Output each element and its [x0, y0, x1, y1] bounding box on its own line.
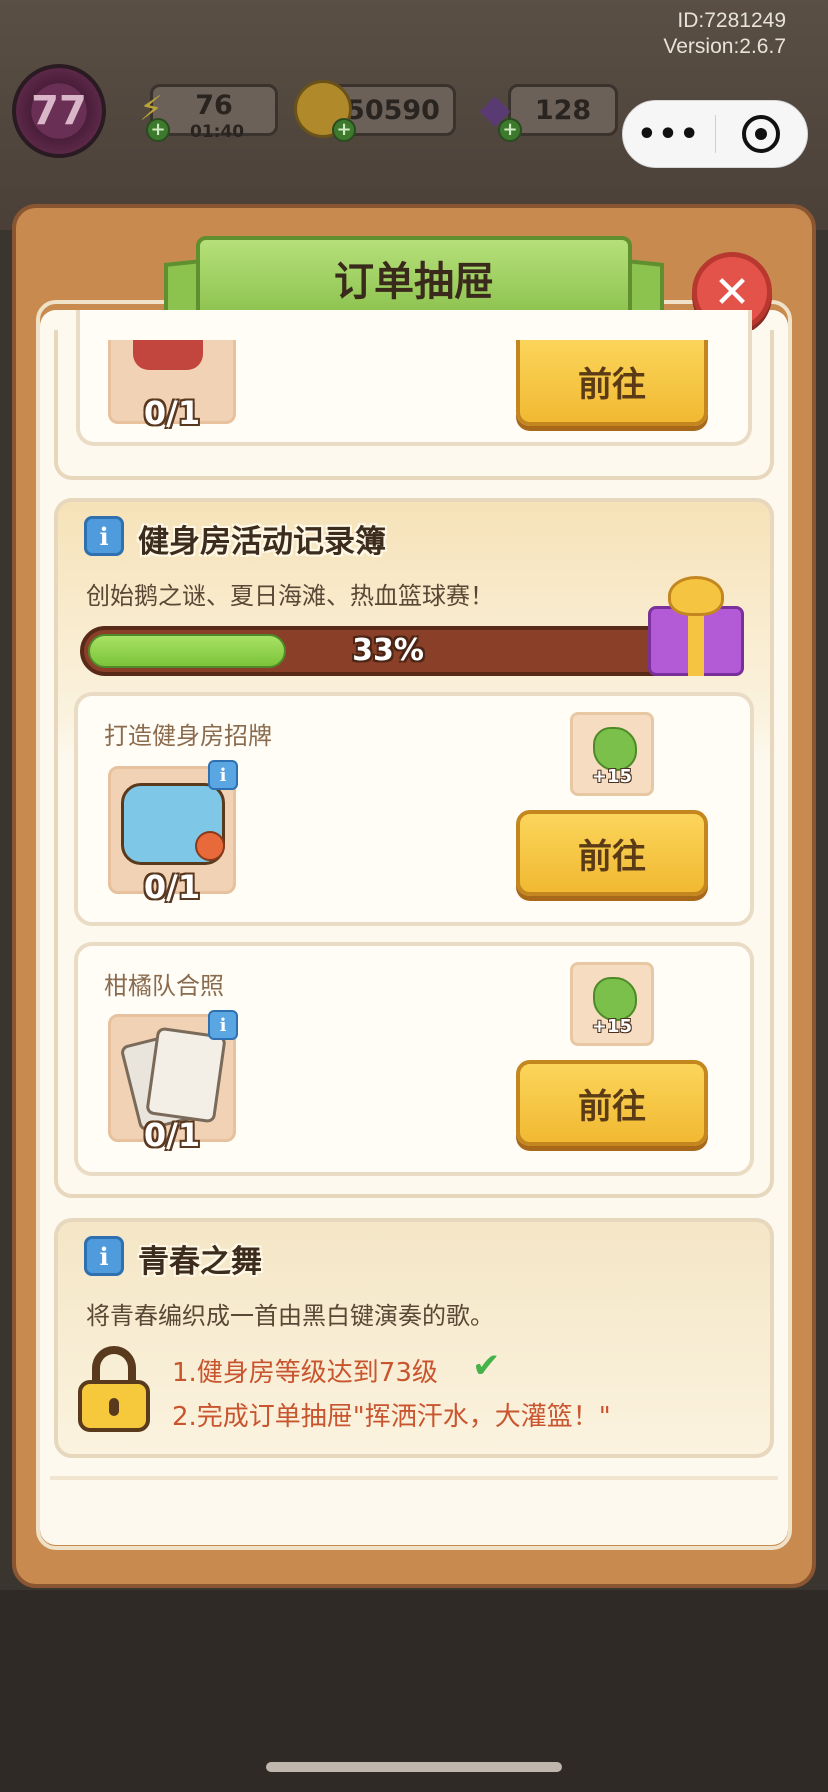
item-partial-icon: [133, 340, 203, 370]
target-circle-icon[interactable]: [742, 115, 780, 153]
clover-star-icon: [593, 977, 637, 1021]
task-title: 打造健身房招牌: [104, 722, 272, 750]
add-gems-icon[interactable]: +: [498, 118, 522, 142]
gym-progress-bar: 33%: [80, 626, 696, 676]
miniapp-capsule: •••: [622, 100, 808, 168]
go-button-label: 前往: [578, 836, 646, 877]
unlock-condition-1: 1.健身房等级达到73级: [172, 1358, 438, 1388]
item-count: 0/1: [143, 394, 201, 432]
capsule-divider: [715, 115, 716, 153]
clover-star-icon: [593, 727, 637, 771]
task-title: 柑橘队合照: [104, 972, 224, 1000]
build-info: ID:7281249 Version:2.6.7: [663, 8, 786, 60]
gift-box-icon[interactable]: [640, 570, 750, 680]
progress-label: 33%: [352, 633, 424, 668]
reward-slot: +15: [570, 712, 654, 796]
coin-value: 50590: [346, 94, 440, 126]
player-level-badge[interactable]: 77: [12, 64, 106, 158]
home-indicator[interactable]: [266, 1762, 562, 1772]
donut-icon: [195, 831, 225, 861]
go-button[interactable]: 前往: [516, 340, 708, 426]
gym-section-description: 创始鹅之谜、夏日海滩、热血篮球赛！: [86, 582, 494, 610]
go-button-label: 前往: [578, 364, 646, 405]
player-id: ID:7281249: [677, 9, 786, 32]
go-button[interactable]: 前往: [516, 810, 708, 896]
energy-value: 76: [195, 89, 233, 121]
item-info-icon[interactable]: i: [208, 760, 238, 790]
photo-card-front: [145, 1026, 227, 1124]
unlock-condition-2: 2.完成订单抽屉"挥洒汗水，大灌篮！": [172, 1402, 611, 1432]
add-energy-icon[interactable]: +: [146, 118, 170, 142]
level-value: 77: [31, 88, 87, 134]
go-button-label: 前往: [578, 1086, 646, 1127]
checkmark-icon: ✔: [472, 1346, 501, 1386]
reward-amount: +15: [591, 766, 633, 787]
item-info-icon[interactable]: i: [208, 1010, 238, 1040]
reward-slot: +15: [570, 962, 654, 1046]
modal-title-banner: 订单抽屉: [196, 236, 632, 320]
item-count: 0/1: [143, 1116, 201, 1154]
energy-timer: 01:40: [190, 122, 245, 142]
lock-icon: [78, 1346, 150, 1432]
youth-section-description: 将青春编织成一首由黑白键演奏的歌。: [86, 1302, 494, 1330]
more-dots-icon[interactable]: •••: [623, 117, 715, 152]
gem-counter[interactable]: 128: [508, 84, 618, 136]
item-count: 0/1: [143, 868, 201, 906]
add-coins-icon[interactable]: +: [332, 118, 356, 142]
gem-value: 128: [534, 94, 592, 126]
modal-title: 订单抽屉: [334, 259, 494, 305]
info-icon[interactable]: i: [84, 516, 124, 556]
version-label: Version:2.6.7: [663, 35, 786, 58]
youth-section-title: 青春之舞: [138, 1244, 262, 1280]
modal-bottom-divider: [50, 1476, 778, 1480]
reward-amount: +15: [591, 1016, 633, 1037]
go-button[interactable]: 前往: [516, 1060, 708, 1146]
gym-section-title: 健身房活动记录簿: [138, 524, 386, 560]
info-icon[interactable]: i: [84, 1236, 124, 1276]
